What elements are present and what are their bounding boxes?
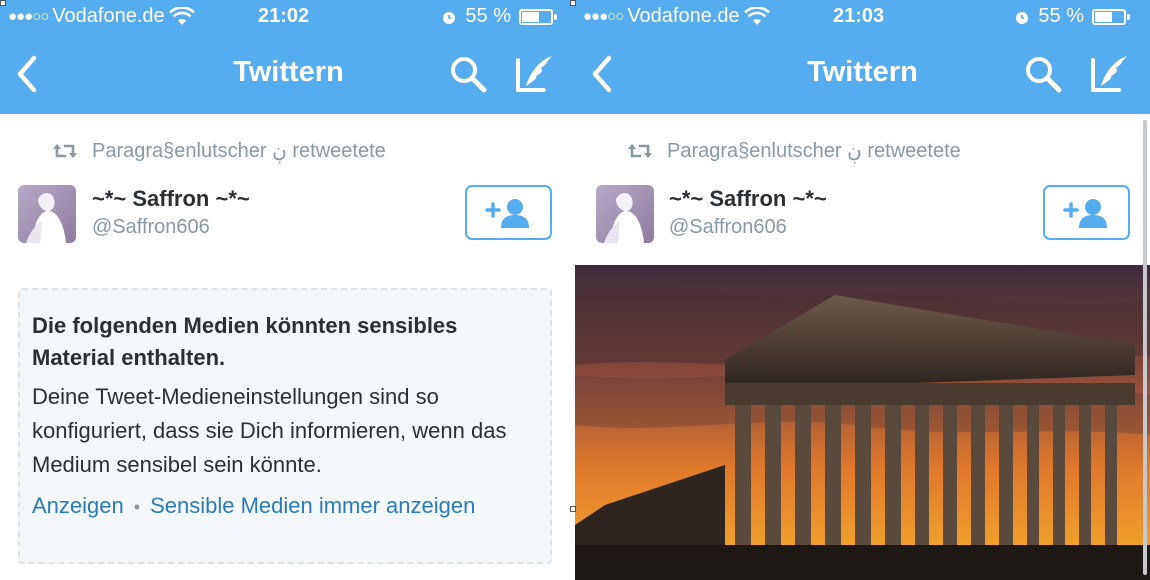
status-bar: ●●●○○ Vodafone.de 21:02 55 % <box>0 0 577 34</box>
retweet-label: Paragra§enlutscher ڹ retweetete <box>667 140 961 162</box>
retweet-icon <box>53 143 77 158</box>
show-media-link[interactable]: Anzeigen <box>32 493 124 518</box>
user-handle[interactable]: @Saffron606 <box>92 216 210 239</box>
selection-handle <box>570 0 576 6</box>
battery-percent: 55 % <box>1038 5 1084 27</box>
sensitive-description: Deine Tweet-Medieneinstellungen sind so … <box>32 384 507 477</box>
sensitive-media-notice: Die folgenden Medien könnten sensibles M… <box>18 288 552 564</box>
display-name[interactable]: ~*~ Saffron ~*~ <box>669 186 827 212</box>
link-separator: • <box>133 497 141 517</box>
battery-status: 55 % <box>1014 5 1130 28</box>
alarm-icon <box>1016 11 1029 24</box>
follow-button[interactable] <box>1043 185 1130 240</box>
scrollbar[interactable] <box>1143 120 1147 575</box>
search-icon[interactable] <box>1023 54 1063 94</box>
signal-strength: ●●●○○ <box>583 8 624 25</box>
compose-quill-icon[interactable] <box>512 52 556 96</box>
battery-status: 55 % <box>441 5 557 28</box>
display-name[interactable]: ~*~ Saffron ~*~ <box>92 186 250 212</box>
signal-strength: ●●●○○ <box>8 8 49 25</box>
carrier-info: ●●●○○ Vodafone.de <box>583 5 770 28</box>
status-time: 21:03 <box>833 5 885 27</box>
sensitive-title: Die folgenden Medien könnten sensibles M… <box>32 313 458 370</box>
wifi-icon <box>743 6 770 25</box>
right-screen: ●●●○○ Vodafone.de 21:03 55 % Twittern Pa… <box>575 0 1150 580</box>
page-title: Twittern <box>807 56 918 88</box>
nav-bar: Twittern <box>575 34 1150 114</box>
follow-button[interactable] <box>465 185 552 240</box>
retweet-label: Paragra§enlutscher ڹ retweetete <box>92 140 386 162</box>
search-icon[interactable] <box>448 54 488 94</box>
battery-percent: 55 % <box>465 5 511 27</box>
add-user-icon <box>1063 199 1107 228</box>
retweet-context: Paragra§enlutscher ڹ retweetete <box>627 138 961 163</box>
battery-icon <box>519 8 557 25</box>
avatar[interactable] <box>596 185 654 243</box>
avatar[interactable] <box>18 185 76 243</box>
wifi-icon <box>168 6 195 25</box>
status-bar: ●●●○○ Vodafone.de 21:03 55 % <box>575 0 1150 34</box>
retweet-context: Paragra§enlutscher ڹ retweetete <box>52 138 386 163</box>
add-user-icon <box>485 199 529 228</box>
alarm-icon <box>443 11 456 24</box>
selection-handle <box>570 506 576 512</box>
user-handle[interactable]: @Saffron606 <box>669 216 787 239</box>
battery-icon <box>1092 8 1130 25</box>
carrier-name: Vodafone.de <box>627 5 740 27</box>
carrier-info: ●●●○○ Vodafone.de <box>8 5 195 28</box>
page-title: Twittern <box>233 56 344 88</box>
carrier-name: Vodafone.de <box>52 5 165 27</box>
nav-bar: Twittern <box>0 34 577 114</box>
always-show-sensitive-link[interactable]: Sensible Medien immer anzeigen <box>150 493 475 518</box>
left-screen: ●●●○○ Vodafone.de 21:02 55 % Twittern Pa… <box>0 0 577 580</box>
retweet-icon <box>628 143 652 158</box>
compose-quill-icon[interactable] <box>1087 52 1131 96</box>
status-time: 21:02 <box>258 5 310 27</box>
selection-handle <box>0 0 6 6</box>
tweet-media-image[interactable] <box>575 265 1150 580</box>
sensitive-actions: Anzeigen • Sensible Medien immer anzeigen <box>32 490 538 523</box>
